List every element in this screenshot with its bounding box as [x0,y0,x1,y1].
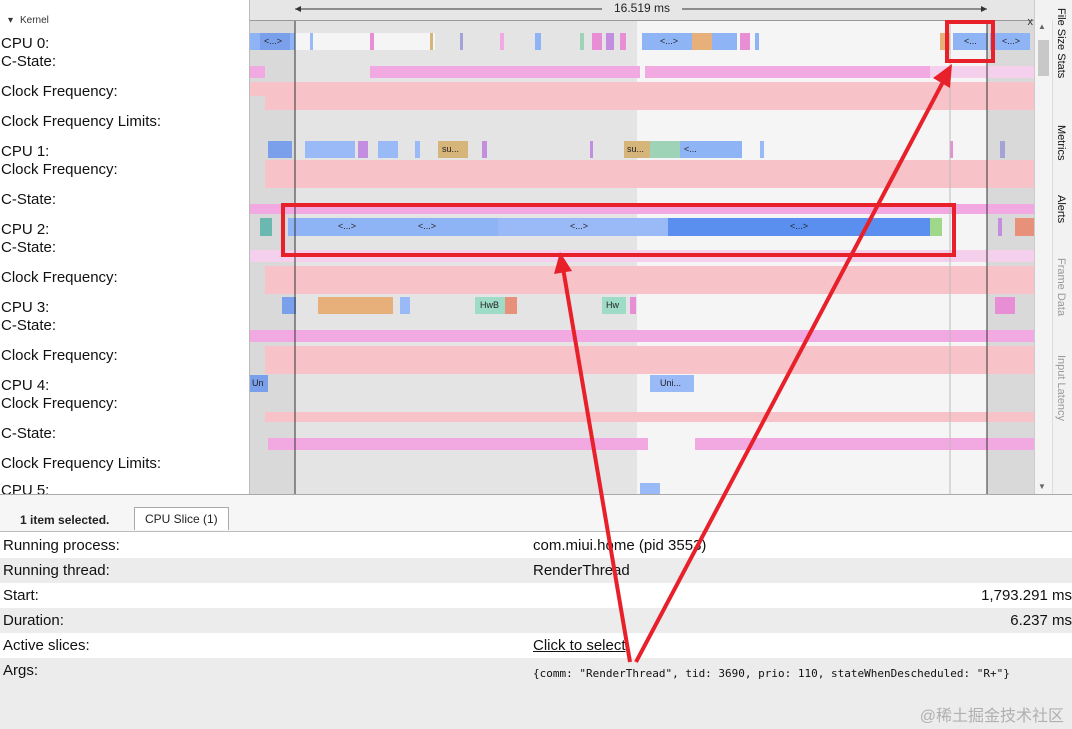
detail-value: 6.237 ms [1010,612,1072,629]
slice-label: HwB [480,300,499,310]
track-label-freq-limits: Clock Frequency Limits: [1,113,162,130]
track-label-clock-freq: Clock Frequency: [1,161,118,178]
detail-row-duration: Duration: 6.237 ms [0,608,1072,633]
tab-metrics[interactable]: Metrics [1055,125,1067,160]
detail-value: 1,793.291 ms [981,587,1072,604]
track-label-cstate: C-State: [1,239,57,256]
slice-label: <...> [570,221,588,231]
slice-label: <...> [790,221,808,231]
kernel-group-label: Kernel [20,15,49,26]
range-duration-label: 16.519 ms [602,1,682,15]
slice-label: su... [627,144,644,154]
track-label-freq-limits: Clock Frequency Limits: [1,455,162,472]
tab-file-size-stats[interactable]: File Size Stats [1055,8,1067,78]
trace-viewer: ▾ Kernel CPU 0: C-State: Clock Frequency… [0,0,1072,729]
detail-row-args: Args: {comm: "RenderThread", tid: 3690, … [0,658,1072,729]
collapse-toggle-icon[interactable]: ▾ [8,15,13,26]
selection-details-panel: 1 item selected. CPU Slice (1) Running p… [0,494,1072,729]
slice-label: Un [252,378,264,388]
tab-alerts[interactable]: Alerts [1055,195,1067,223]
track-label-cstate: C-State: [1,425,57,442]
track-label-cpu2: CPU 2: [1,221,50,238]
slice-label: <...> [264,36,282,46]
track-label-cstate: C-State: [1,191,57,208]
scroll-thumb[interactable] [1038,40,1049,76]
click-to-select-link[interactable]: Click to select [533,637,626,654]
slice-label: Uni... [660,378,681,388]
track-label-cstate: C-State: [1,53,57,70]
track-label-cpu5: CPU 5: [1,482,50,494]
slice-label: <...> [660,36,678,46]
detail-key: Start: [3,587,39,604]
detail-key: Active slices: [3,637,90,654]
watermark: @稀土掘金技术社区 [919,708,1064,725]
detail-row-start: Start: 1,793.291 ms [0,583,1072,608]
tab-frame-data[interactable]: Frame Data [1055,258,1067,316]
cpu2-slices[interactable] [260,218,1035,236]
track-label-cstate: C-State: [1,317,57,334]
track-label-cpu4: CPU 4: [1,377,50,394]
scroll-up-icon[interactable]: ▲ [1038,22,1046,31]
details-tab-bar: 1 item selected. CPU Slice (1) [0,495,1072,532]
detail-key: Args: [3,662,39,679]
detail-key: Running process: [3,537,120,554]
track-label-clock-freq: Clock Frequency: [1,83,118,100]
slice-label: <...> [1002,36,1020,46]
track-label-clock-freq: Clock Frequency: [1,395,118,412]
slice-label: su... [442,144,459,154]
side-panel-tabs: ▲ ▼ File Size Stats Metrics Alerts Frame… [1034,0,1072,494]
slice-label: Hw [606,300,619,310]
track-label-clock-freq: Clock Frequency: [1,269,118,286]
args-value: {comm: "RenderThread", tid: 3690, prio: … [533,667,1010,680]
kernel-group-header[interactable]: ▾ Kernel [0,14,249,30]
slice-label: <...> [338,221,356,231]
time-ruler[interactable]: 16.519 ms [250,0,1035,21]
detail-row-active-slices: Active slices: Click to select [0,633,1072,658]
track-label-cpu3: CPU 3: [1,299,50,316]
slice-label: <... [964,36,977,46]
close-icon[interactable]: x [1028,16,1034,28]
track-label-column: ▾ Kernel CPU 0: C-State: Clock Frequency… [0,0,249,494]
track-label-cpu0: CPU 0: [1,35,50,52]
slice-label: <... [684,144,697,154]
slice-label: <...> [418,221,436,231]
track-canvas[interactable]: <...> <...> <... <...> su... su... <... … [250,0,1035,494]
tab-input-latency[interactable]: Input Latency [1055,355,1067,421]
selection-count: 1 item selected. [20,513,110,527]
track-label-cpu1: CPU 1: [1,143,50,160]
detail-value: com.miui.home (pid 3553) [533,537,707,554]
scroll-down-icon[interactable]: ▼ [1038,482,1046,491]
detail-row-thread: Running thread: RenderThread [0,558,1072,583]
vertical-scrollbar[interactable]: ▲ ▼ [1035,20,1053,494]
timeline-view[interactable]: <...> <...> <... <...> su... su... <... … [249,0,1035,494]
tab-cpu-slice[interactable]: CPU Slice (1) [134,507,229,530]
detail-row-process: Running process: com.miui.home (pid 3553… [0,533,1072,558]
track-label-clock-freq: Clock Frequency: [1,347,118,364]
detail-value: RenderThread [533,562,630,579]
detail-key: Running thread: [3,562,110,579]
detail-key: Duration: [3,612,64,629]
